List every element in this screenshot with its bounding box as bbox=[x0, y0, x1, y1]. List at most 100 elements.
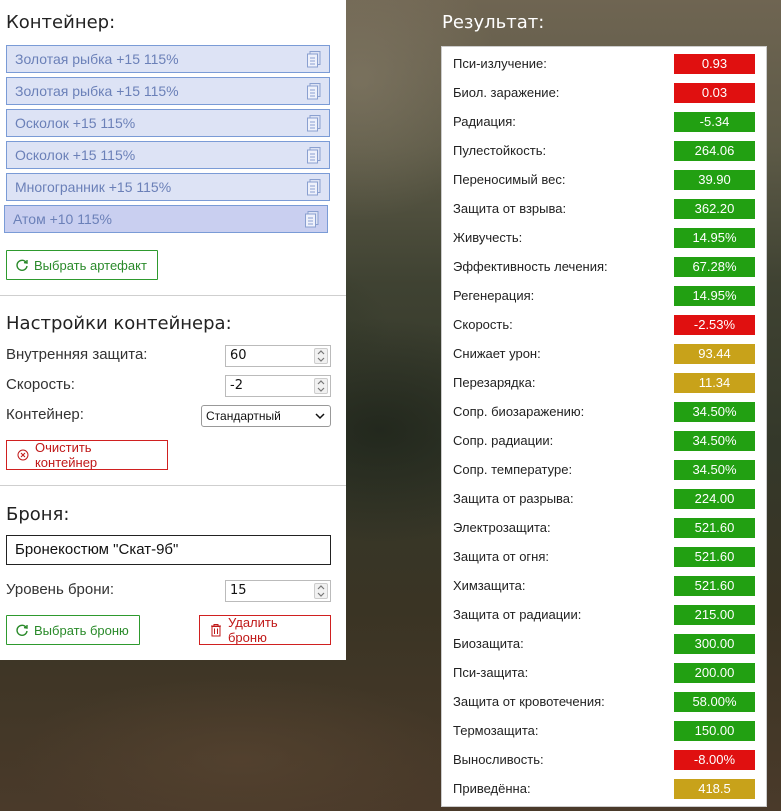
stat-label: Сопр. радиации: bbox=[453, 433, 554, 448]
copy-icon[interactable] bbox=[307, 147, 321, 164]
choose-armor-label: Выбрать броню bbox=[34, 622, 129, 638]
copy-icon[interactable] bbox=[307, 115, 321, 132]
delete-armor-label: Удалить броню bbox=[227, 615, 278, 645]
copy-icon[interactable] bbox=[307, 179, 321, 196]
section-divider bbox=[0, 295, 346, 296]
spinner-arrows-icon[interactable] bbox=[314, 348, 328, 364]
armor-level-value: 15 bbox=[230, 583, 247, 598]
stat-label: Перезарядка: bbox=[453, 375, 536, 390]
stat-label: Защита от разрыва: bbox=[453, 491, 574, 506]
stat-row: Защита от радиации: 215.00 bbox=[442, 601, 766, 630]
speed-label: Скорость: bbox=[6, 376, 75, 393]
stat-value: 34.50% bbox=[674, 402, 755, 422]
stat-label: Выносливость: bbox=[453, 752, 544, 767]
artifact-slot[interactable]: Золотая рыбка +15 115% bbox=[6, 77, 330, 105]
stat-row: Переносимый вес: 39.90 bbox=[442, 166, 766, 195]
stat-label: Защита от взрыва: bbox=[453, 201, 567, 216]
stat-label: Снижает урон: bbox=[453, 346, 541, 361]
inner-protection-value: 60 bbox=[230, 348, 247, 363]
stat-label: Регенерация: bbox=[453, 288, 535, 303]
stat-label: Химзащита: bbox=[453, 578, 526, 593]
clear-circle-icon bbox=[17, 449, 29, 461]
section-divider bbox=[0, 485, 346, 486]
settings-title: Настройки контейнера: bbox=[6, 313, 232, 334]
stat-label: Биол. заражение: bbox=[453, 85, 560, 100]
refresh-icon bbox=[16, 259, 28, 271]
stat-value: -2.53% bbox=[674, 315, 755, 335]
artifact-label: Многогранник +15 115% bbox=[15, 179, 172, 195]
stat-row: Пси-излучение: 0.93 bbox=[442, 50, 766, 79]
stat-label: Термозащита: bbox=[453, 723, 539, 738]
clear-container-label: Очистить контейнер bbox=[34, 440, 98, 470]
stat-row: Сопр. биозаражению: 34.50% bbox=[442, 398, 766, 427]
stat-row: Термозащита: 150.00 bbox=[442, 717, 766, 746]
stat-row: Живучесть: 14.95% bbox=[442, 224, 766, 253]
armor-name-value: Бронекостюм "Скат-9б" bbox=[15, 541, 179, 558]
stat-row: Регенерация: 14.95% bbox=[442, 282, 766, 311]
stat-value: 0.03 bbox=[674, 83, 755, 103]
stat-value: 0.93 bbox=[674, 54, 755, 74]
stat-value: 93.44 bbox=[674, 344, 755, 364]
artifact-slot[interactable]: Многогранник +15 115% bbox=[6, 173, 330, 201]
stat-label: Скорость: bbox=[453, 317, 513, 332]
stat-label: Защита от радиации: bbox=[453, 607, 582, 622]
stat-value: 362.20 bbox=[674, 199, 755, 219]
stat-value: -8.00% bbox=[674, 750, 755, 770]
stat-value: 67.28% bbox=[674, 257, 755, 277]
stat-label: Переносимый вес: bbox=[453, 172, 566, 187]
stat-row: Скорость: -2.53% bbox=[442, 311, 766, 340]
stat-label: Приведённа: bbox=[453, 781, 531, 796]
stat-value: 58.00% bbox=[674, 692, 755, 712]
stat-label: Живучесть: bbox=[453, 230, 523, 245]
stat-label: Сопр. биозаражению: bbox=[453, 404, 585, 419]
artifact-label: Атом +10 115% bbox=[13, 211, 112, 227]
stat-row: Биол. заражение: 0.03 bbox=[442, 79, 766, 108]
stat-value: 418.5 bbox=[674, 779, 755, 799]
stat-row: Выносливость: -8.00% bbox=[442, 746, 766, 775]
container-type-select[interactable]: Стандартный bbox=[201, 405, 331, 427]
choose-artifact-label: Выбрать артефакт bbox=[34, 257, 147, 273]
container-title: Контейнер: bbox=[6, 12, 116, 33]
stat-row: Защита от разрыва: 224.00 bbox=[442, 485, 766, 514]
speed-input[interactable]: -2 bbox=[225, 375, 331, 397]
stat-label: Биозащита: bbox=[453, 636, 524, 651]
speed-value: -2 bbox=[230, 378, 243, 393]
artifact-label: Золотая рыбка +15 115% bbox=[15, 51, 179, 67]
stat-value: 200.00 bbox=[674, 663, 755, 683]
artifact-slot[interactable]: Осколок +15 115% bbox=[6, 141, 330, 169]
artifact-slot[interactable]: Золотая рыбка +15 115% bbox=[6, 45, 330, 73]
stat-value: 300.00 bbox=[674, 634, 755, 654]
inner-protection-input[interactable]: 60 bbox=[225, 345, 331, 367]
delete-armor-button[interactable]: Удалить броню bbox=[199, 615, 331, 645]
choose-artifact-button[interactable]: Выбрать артефакт bbox=[6, 250, 158, 280]
stat-row: Радиация: -5.34 bbox=[442, 108, 766, 137]
stat-label: Защита от огня: bbox=[453, 549, 550, 564]
stat-label: Защита от кровотечения: bbox=[453, 694, 605, 709]
copy-icon[interactable] bbox=[307, 83, 321, 100]
stat-label: Электрозащита: bbox=[453, 520, 551, 535]
stat-label: Пулестойкость: bbox=[453, 143, 547, 158]
clear-container-button[interactable]: Очистить контейнер bbox=[6, 440, 168, 470]
armor-name-field[interactable]: Бронекостюм "Скат-9б" bbox=[6, 535, 331, 565]
stat-row: Сопр. радиации: 34.50% bbox=[442, 427, 766, 456]
stat-value: 34.50% bbox=[674, 460, 755, 480]
stat-value: 11.34 bbox=[674, 373, 755, 393]
artifact-slot[interactable]: Осколок +15 115% bbox=[6, 109, 330, 137]
result-title: Результат: bbox=[442, 12, 545, 33]
armor-level-input[interactable]: 15 bbox=[225, 580, 331, 602]
copy-icon[interactable] bbox=[305, 211, 319, 228]
artifact-label: Осколок +15 115% bbox=[15, 147, 136, 163]
artifact-slot-selected[interactable]: Атом +10 115% bbox=[4, 205, 328, 233]
stat-value: 34.50% bbox=[674, 431, 755, 451]
choose-armor-button[interactable]: Выбрать броню bbox=[6, 615, 140, 645]
stat-value: 521.60 bbox=[674, 518, 755, 538]
spinner-arrows-icon[interactable] bbox=[314, 583, 328, 599]
stat-value: 150.00 bbox=[674, 721, 755, 741]
stat-label: Радиация: bbox=[453, 114, 516, 129]
copy-icon[interactable] bbox=[307, 51, 321, 68]
spinner-arrows-icon[interactable] bbox=[314, 378, 328, 394]
stat-row: Перезарядка: 11.34 bbox=[442, 369, 766, 398]
stat-value: 264.06 bbox=[674, 141, 755, 161]
stat-value: 521.60 bbox=[674, 547, 755, 567]
stat-row: Сопр. температуре: 34.50% bbox=[442, 456, 766, 485]
